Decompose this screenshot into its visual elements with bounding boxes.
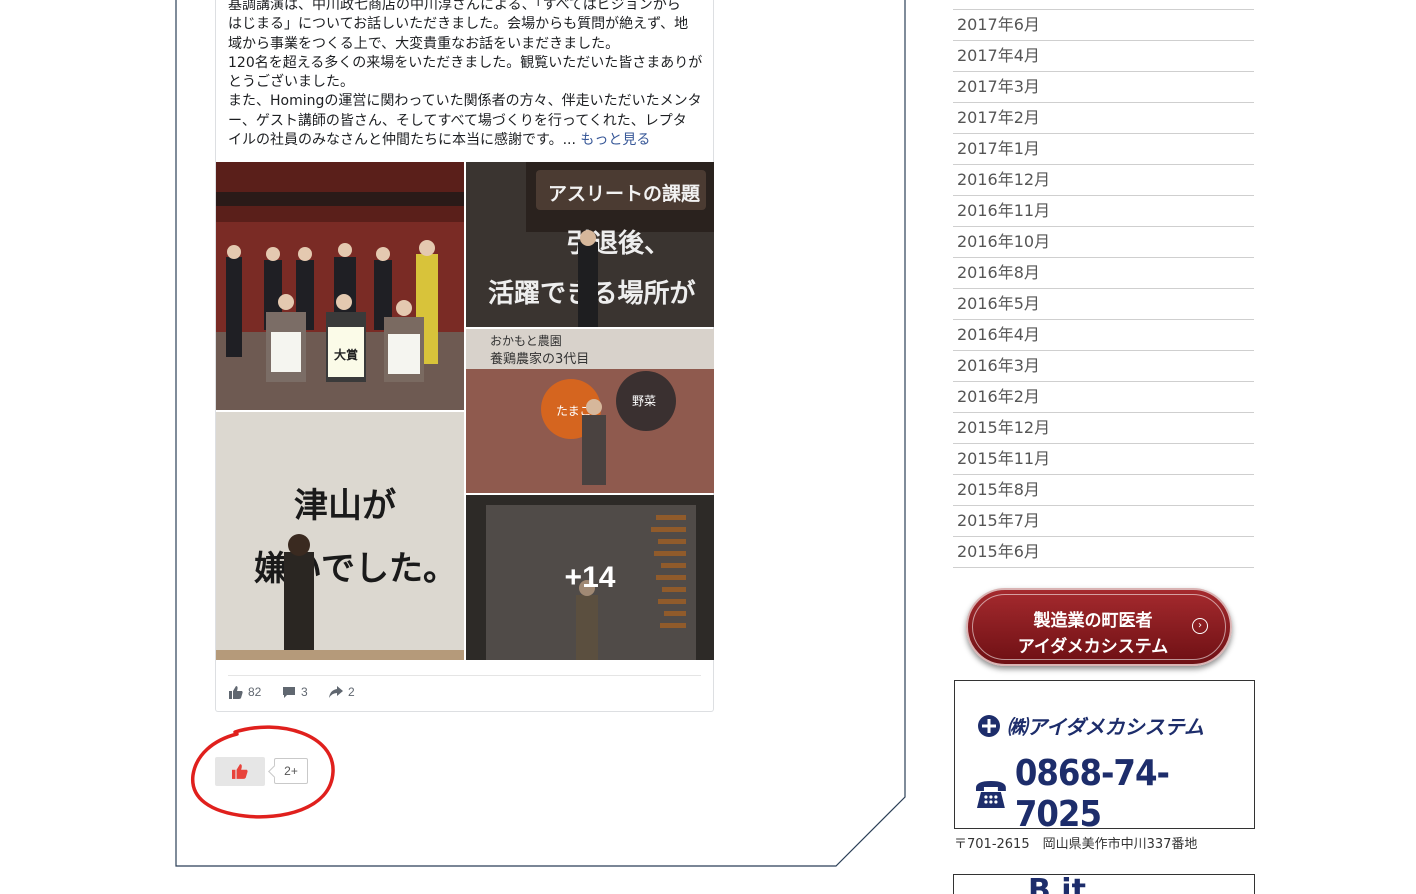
archive-link[interactable]: 2015年11月: [953, 444, 1254, 475]
archive-link[interactable]: 2015年8月: [953, 475, 1254, 506]
see-more-link[interactable]: もっと見る: [580, 132, 650, 148]
company-phone-number: 0868-74-7025: [1014, 753, 1170, 835]
archive-link[interactable]: 2016年2月: [953, 382, 1254, 413]
award-sign-text: 大賞: [334, 347, 358, 362]
post-photo-farm[interactable]: おかもと農園 養鶏農家の3代目 たまご 野菜: [466, 329, 714, 493]
post-text: 基調講演は、中川政七商店の中川淳さんによる、「すべてはビジョンから はじまる」に…: [228, 0, 703, 149]
comment-icon: [283, 686, 295, 698]
chevron-right-icon: ›: [1192, 618, 1208, 634]
annotation-circle: [191, 725, 335, 819]
post-divider: [228, 675, 701, 676]
archive-link[interactable]: 2016年5月: [953, 289, 1254, 320]
post-photo-tsuyama[interactable]: 津山が 嫌いでした。: [216, 412, 464, 660]
share-icon: [329, 686, 343, 698]
share-stat[interactable]: 2: [329, 684, 355, 700]
next-widget-text: B it: [1028, 874, 1086, 894]
comment-count-text: 3: [301, 685, 308, 699]
company-logo-icon: [978, 714, 1000, 737]
archive-link[interactable]: 2016年10月: [953, 227, 1254, 258]
monthly-archive-list: 2017年6月 2017年4月 2017年3月 2017年2月 2017年1月 2016年…: [953, 0, 1254, 568]
slide-title-athlete: アスリートの課題: [548, 182, 701, 205]
archive-link[interactable]: 2016年3月: [953, 351, 1254, 382]
post-photo-athlete[interactable]: アスリートの課題 引退後、 活躍できる場所が: [466, 162, 714, 327]
archive-link[interactable]: 2016年12月: [953, 165, 1254, 196]
company-name: ㈱アイダメカシステム: [1007, 715, 1204, 739]
more-photos-overlay[interactable]: +14: [466, 495, 714, 660]
slide-circle-veg: 野菜: [632, 394, 656, 408]
archive-link[interactable]: 2017年1月: [953, 134, 1254, 165]
company-contact-box: ㈱アイダメカシステム 0868-74-7025: [954, 680, 1255, 835]
archive-link[interactable]: 2017年2月: [953, 103, 1254, 134]
slide-farm-sub: 養鶏農家の3代目: [490, 351, 589, 367]
next-widget-box: B it: [953, 874, 1255, 894]
archive-link[interactable]: 2016年4月: [953, 320, 1254, 351]
post-photo-group[interactable]: 大賞: [216, 162, 464, 410]
banner-line2: アイダメカシステム: [1017, 637, 1169, 657]
archive-link[interactable]: 2016年8月: [953, 258, 1254, 289]
like-stat[interactable]: 82: [229, 684, 261, 700]
archive-link[interactable]: 2017年4月: [953, 41, 1254, 72]
telephone-icon: [975, 781, 1006, 808]
archive-link[interactable]: 2017年6月: [953, 10, 1254, 41]
like-count-text: 82: [248, 685, 262, 699]
thumbs-up-icon: [229, 685, 243, 699]
slide-farm-name: おかもと農園: [490, 334, 562, 348]
slide-tsuyama-line1: 津山が: [294, 486, 396, 526]
comment-stat[interactable]: 3: [282, 684, 308, 700]
archive-link[interactable]: 2017年3月: [953, 72, 1254, 103]
archive-link[interactable]: 2015年12月: [953, 413, 1254, 444]
company-banner-link[interactable]: 製造業の町医者 アイダメカシステム ›: [966, 588, 1232, 666]
archive-link[interactable]: 2015年6月: [953, 537, 1254, 568]
archive-link[interactable]: 2016年11月: [953, 196, 1254, 227]
archive-link[interactable]: 2015年7月: [953, 506, 1254, 537]
share-count-text: 2: [348, 685, 355, 699]
company-address: 〒701-2615 岡山県美作市中川337番地: [954, 837, 1198, 852]
banner-line1: 製造業の町医者: [1033, 611, 1153, 631]
